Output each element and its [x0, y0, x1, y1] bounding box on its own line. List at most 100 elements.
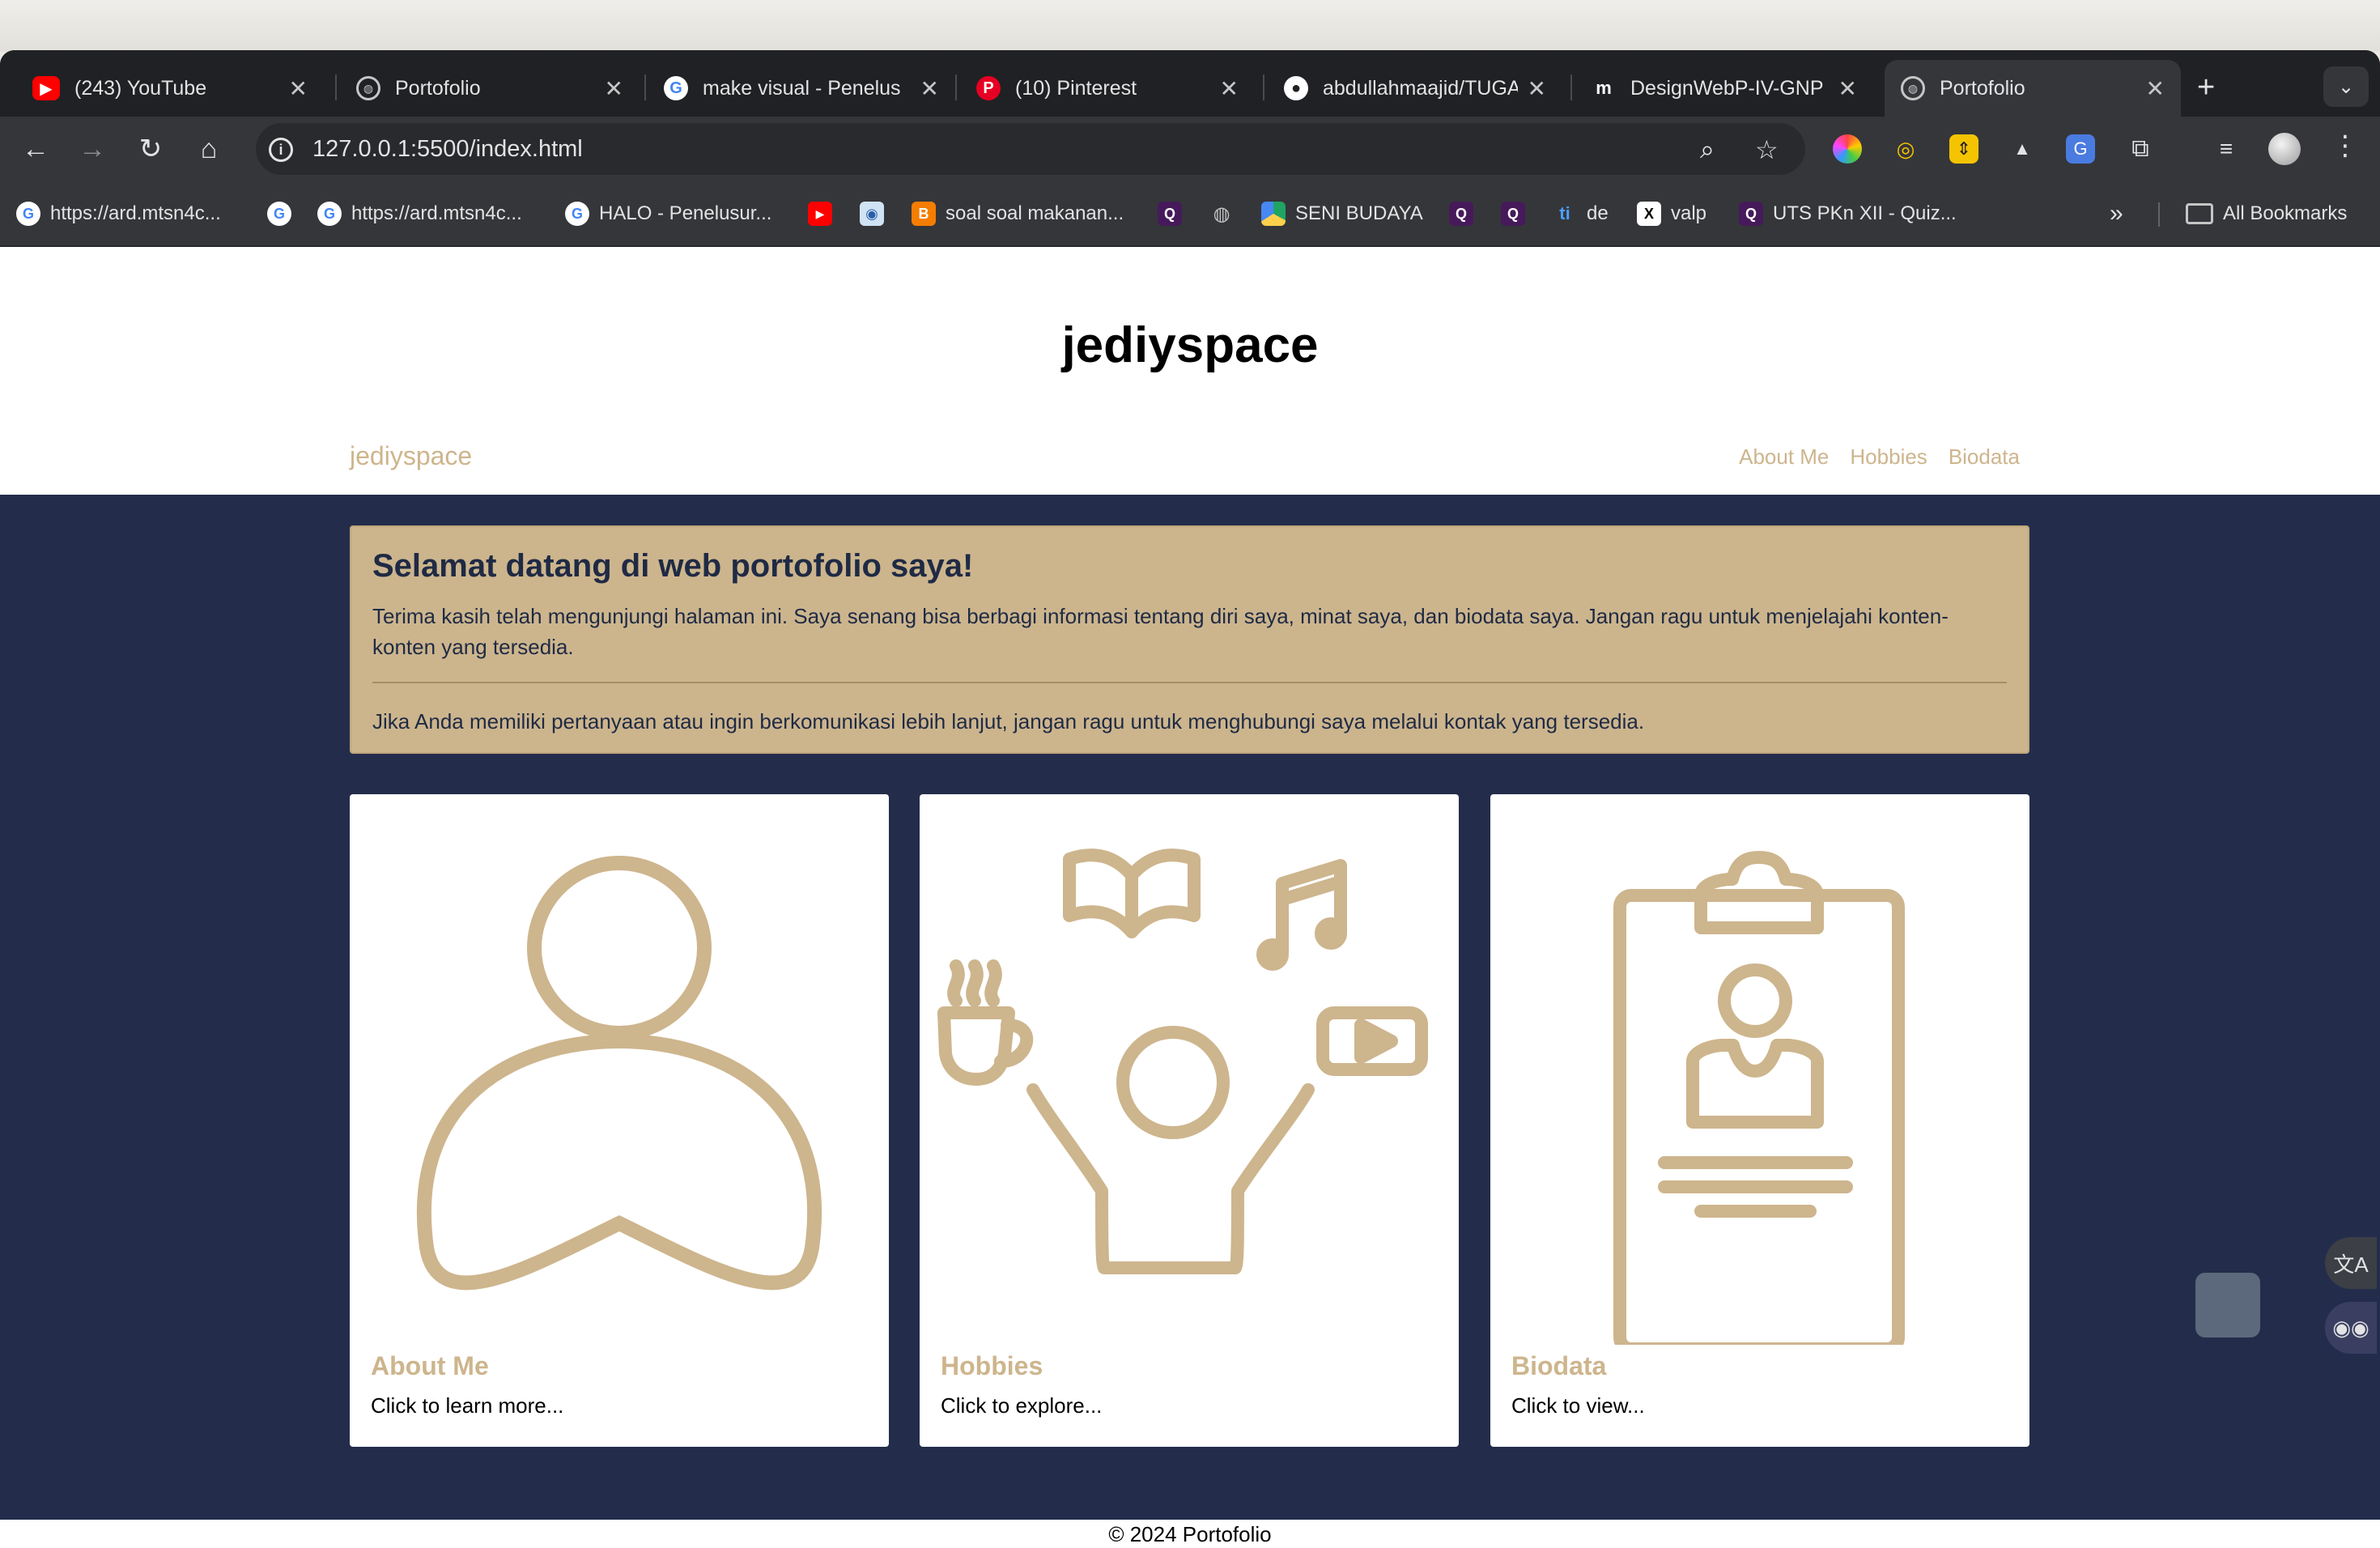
nav-link-hobbies[interactable]: Hobbies — [1850, 444, 1927, 470]
bookmark-item[interactable]: X valp — [1637, 199, 1706, 228]
tab-pinterest[interactable]: P (10) Pinterest ✕ — [960, 60, 1255, 117]
google-icon: G — [664, 76, 688, 100]
reload-button[interactable]: ↻ — [133, 131, 168, 167]
blogger-icon: B — [912, 202, 936, 226]
youtube-icon: ▶ — [32, 76, 60, 100]
browser-window: ▶ (243) YouTube ✕ ◍ Portofolio ✕ G make … — [0, 50, 2380, 1548]
bookmark-item[interactable]: G HALO - Penelusur... — [565, 199, 771, 228]
welcome-paragraph: Terima kasih telah mengunjungi halaman i… — [372, 604, 1949, 659]
welcome-jumbotron: Selamat datang di web portofolio saya! T… — [350, 525, 2029, 754]
site-info-icon[interactable]: i — [269, 138, 293, 162]
bookmark-star-icon[interactable]: ☆ — [1755, 134, 1779, 165]
more-bookmarks-chevron-icon[interactable]: » — [2110, 199, 2123, 228]
main-section: Selamat datang di web portofolio saya! T… — [0, 495, 2380, 1520]
tab-portofolio[interactable]: ◍ Portofolio ✕ — [340, 60, 640, 117]
close-icon[interactable]: ✕ — [920, 75, 939, 102]
tab-github[interactable]: ● abdullahmaajid/TUGA ✕ — [1268, 60, 1562, 117]
bookmarks-divider — [2158, 202, 2160, 227]
tab-separator — [1570, 74, 1572, 100]
quizizz-icon: Q — [1739, 202, 1763, 226]
translate-icon[interactable]: 文A — [2325, 1237, 2377, 1289]
ti-icon: ti — [1559, 203, 1570, 223]
color-extension-icon[interactable] — [1833, 134, 1862, 164]
browser-menu-icon[interactable]: ⋮ — [2331, 130, 2359, 162]
youtube-icon: ▶ — [808, 202, 832, 226]
card-about-me[interactable]: About Me Click to learn more... — [350, 794, 889, 1447]
google-icon: G — [267, 202, 291, 226]
bookmark-item[interactable]: ▶ — [808, 199, 842, 228]
tab-title: (10) Pinterest — [1015, 76, 1137, 100]
bookmark-label: de — [1587, 202, 1609, 224]
nav-link-about-me[interactable]: About Me — [1739, 444, 1829, 470]
navbar-links: About Me Hobbies Biodata — [1739, 444, 2020, 470]
chevron-down-icon: ⌄ — [2337, 75, 2355, 98]
desktop-background — [0, 0, 2380, 52]
bookmark-item[interactable]: B soal soal makanan... — [912, 199, 1124, 228]
navbar-brand[interactable]: jediyspace — [350, 441, 472, 471]
clipboard-id-icon — [1613, 851, 1905, 1345]
app-icon: ◉ — [860, 202, 884, 226]
bookmark-item[interactable]: Q — [1158, 199, 1192, 228]
bookmark-item[interactable]: G https://ard.mtsn4c... — [16, 199, 221, 228]
quizizz-icon: Q — [1158, 202, 1182, 226]
reading-list-icon[interactable]: ≡ — [2212, 134, 2241, 164]
tab-title: abdullahmaajid/TUGA — [1323, 76, 1518, 100]
translate-extension-icon[interactable]: G — [2066, 134, 2095, 164]
floating-widget-icon[interactable] — [2195, 1273, 2260, 1337]
quizizz-icon: Q — [1501, 202, 1525, 226]
tab-google-search[interactable]: G make visual - Penelus ✕ — [648, 60, 955, 117]
bookmark-item[interactable]: G — [267, 199, 301, 228]
bookmark-item[interactable]: Q — [1449, 199, 1483, 228]
close-icon[interactable]: ✕ — [1528, 75, 1546, 102]
tab-youtube[interactable]: ▶ (243) YouTube ✕ — [16, 60, 324, 117]
extension-icon[interactable]: ⇕ — [1949, 134, 1978, 164]
card-biodata[interactable]: Biodata Click to view... — [1490, 794, 2029, 1447]
bookmark-item[interactable]: G https://ard.mtsn4c... — [317, 199, 522, 228]
pinterest-icon: P — [976, 76, 1001, 100]
tab-portofolio-active[interactable]: ◍ Portofolio ✕ — [1885, 60, 2181, 117]
web-page: jediyspace jediyspace About Me Hobbies B… — [0, 247, 2380, 1548]
tab-separator — [335, 74, 337, 100]
globe-icon: ◍ — [356, 76, 380, 100]
card-hobbies[interactable]: Hobbies Click to explore... — [920, 794, 1459, 1447]
forward-button[interactable]: → — [74, 131, 110, 167]
tab-separator — [955, 74, 957, 100]
tab-designweb[interactable]: m DesignWebP-IV-GNP ✕ — [1575, 60, 1873, 117]
bookmark-label: HALO - Penelusur... — [599, 202, 772, 224]
bookmark-item[interactable]: ◍ — [1209, 199, 1243, 228]
google-icon: G — [565, 202, 589, 226]
tab-separator — [644, 74, 646, 100]
card-text: Click to view... — [1511, 1393, 1645, 1418]
bookmark-item[interactable]: Q — [1501, 199, 1535, 228]
assistant-bot-icon[interactable]: ◉◉ — [2325, 1302, 2377, 1354]
tab-title: DesignWebP-IV-GNP — [1630, 76, 1824, 100]
url-text[interactable]: 127.0.0.1:5500/index.html — [312, 136, 583, 163]
google-icon: G — [16, 202, 40, 226]
close-icon[interactable]: ✕ — [605, 75, 623, 102]
puzzle-extensions-icon[interactable]: ⧉ — [2126, 134, 2155, 164]
close-icon[interactable]: ✕ — [1220, 75, 1239, 102]
globe-icon: ◍ — [1213, 202, 1230, 225]
zoom-icon[interactable]: ⌕ — [1700, 134, 1715, 165]
extension-icon[interactable]: ◎ — [1891, 134, 1920, 164]
bookmark-item[interactable]: ▲ SENI BUDAYA — [1261, 199, 1423, 228]
address-bar[interactable]: i 127.0.0.1:5500/index.html ⌕ ☆ — [256, 123, 1805, 175]
quizizz-icon: Q — [1449, 202, 1473, 226]
close-icon[interactable]: ✕ — [289, 75, 308, 102]
bookmark-item[interactable]: ◉ — [860, 199, 894, 228]
home-button[interactable]: ⌂ — [191, 131, 227, 167]
back-button[interactable]: ← — [18, 131, 53, 167]
extension-icon[interactable]: ▲ — [2008, 134, 2037, 164]
bookmark-item[interactable]: Q UTS PKn XII - Quiz... — [1739, 199, 1957, 228]
tab-strip: ▶ (243) YouTube ✕ ◍ Portofolio ✕ G make … — [0, 50, 2380, 117]
bookmark-item[interactable]: ti de — [1553, 199, 1609, 228]
bookmark-label: SENI BUDAYA — [1295, 202, 1423, 224]
profile-avatar[interactable] — [2268, 133, 2301, 165]
all-bookmarks-button[interactable]: All Bookmarks — [2186, 199, 2347, 228]
new-tab-button[interactable]: + — [2197, 72, 2215, 103]
bookmark-label: UTS PKn XII - Quiz... — [1773, 202, 1957, 224]
tab-search-button[interactable]: ⌄ — [2323, 66, 2369, 107]
close-icon[interactable]: ✕ — [1838, 75, 1857, 102]
close-icon[interactable]: ✕ — [2146, 75, 2165, 102]
nav-link-biodata[interactable]: Biodata — [1949, 444, 2020, 470]
